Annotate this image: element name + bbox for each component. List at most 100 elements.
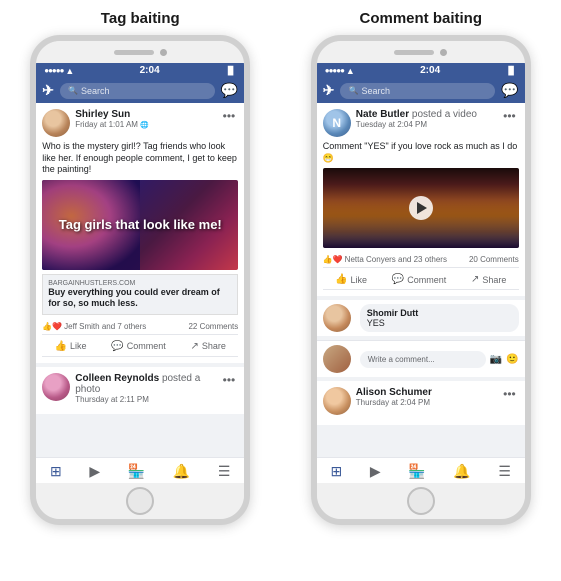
avatar-colleen [42, 373, 70, 401]
more-button-nate[interactable]: ••• [500, 109, 519, 123]
emoji-icon[interactable]: 🙂 [506, 354, 518, 365]
bell-nav-icon-1[interactable]: 🔔 [173, 463, 190, 480]
privacy-icon-shirley: 🌐 [140, 121, 149, 129]
status-time-2: 2:04 [420, 65, 440, 76]
phone-comment-baiting: ●●●●● ▲ 2:04 ▐▌ ✈ 🔍 Search 💬 [311, 35, 531, 525]
phone-speaker-2 [394, 50, 434, 55]
share-icon-nate: ↗ [471, 274, 479, 285]
like-label-nate: Like [351, 275, 368, 285]
post-author-shirley: Shirley Sun [75, 109, 219, 120]
avatar-shirley [42, 109, 70, 137]
video-nav-icon-2[interactable]: ▶ [370, 463, 381, 480]
status-left-2: ●●●●● ▲ [325, 66, 355, 76]
phone-bottom-1 [36, 483, 244, 519]
post-date-shirley: Friday at 1:01 AM 🌐 [75, 120, 219, 129]
more-button-alison[interactable]: ••• [500, 387, 519, 401]
avatar-nate: N [323, 109, 351, 137]
search-bar-1[interactable]: 🔍 Search [60, 83, 215, 99]
phone-camera-1 [160, 49, 167, 56]
signal-icon-1: ●●●●● [44, 66, 63, 75]
fb-logo-1: ✈ [42, 82, 54, 99]
comment-button-nate[interactable]: 💬 Comment [388, 272, 450, 287]
phone-bottom-2 [317, 483, 525, 519]
messenger-icon-2[interactable]: 💬 [501, 82, 518, 99]
post-author-nate: Nate Butler posted a video [356, 109, 500, 120]
video-nav-icon-1[interactable]: ▶ [89, 463, 100, 480]
share-button-shirley[interactable]: ↗ Share [186, 339, 229, 354]
phone-tag-baiting: ●●●●● ▲ 2:04 ▐▌ ✈ 🔍 Search 💬 [30, 35, 250, 525]
search-placeholder-1: Search [81, 86, 110, 96]
menu-nav-icon-2[interactable]: ☰ [498, 463, 511, 480]
status-bar-2: ●●●●● ▲ 2:04 ▐▌ [317, 63, 525, 78]
avatar-shomir [323, 304, 351, 332]
camera-icon[interactable]: 📷 [490, 354, 502, 365]
post-meta-alison: Alison Schumer Thursday at 2:04 PM [356, 387, 500, 407]
messenger-icon-1[interactable]: 💬 [221, 82, 238, 99]
post-header-nate: N Nate Butler posted a video Tuesday at … [323, 109, 519, 137]
bottom-nav-1: ⊞ ▶ 🏪 🔔 ☰ [36, 457, 244, 483]
home-button-1[interactable] [126, 487, 154, 515]
share-button-nate[interactable]: ↗ Share [467, 272, 510, 287]
like-emoji: 👍❤️ [42, 322, 62, 331]
marketplace-nav-icon-2[interactable]: 🏪 [408, 463, 425, 480]
search-placeholder-2: Search [361, 86, 390, 96]
comment-input-row: Write a comment... 📷 🙂 [317, 340, 525, 377]
post-colleen: Colleen Reynolds posted a photo Thursday… [36, 367, 244, 414]
like-love-emoji-nate: 👍❤️ [323, 255, 343, 264]
post-header-alison: Alison Schumer Thursday at 2:04 PM ••• [323, 387, 519, 415]
post-text-nate: Comment "YES" if you love rock as much a… [323, 141, 519, 164]
fb-logo-2: ✈ [323, 82, 335, 99]
comment-baiting-title: Comment baiting [301, 10, 541, 27]
like-button-nate[interactable]: 👍 Like [331, 272, 371, 287]
marketplace-nav-icon-1[interactable]: 🏪 [128, 463, 145, 480]
share-icon-shirley: ↗ [190, 341, 198, 352]
comment-count-shirley: 22 Comments [188, 322, 238, 331]
share-label-shirley: Share [202, 341, 226, 351]
bottom-nav-2: ⊞ ▶ 🏪 🔔 ☰ [317, 457, 525, 483]
post-image-shirley: Tag girls that look like me! [42, 180, 238, 270]
wifi-icon-1: ▲ [65, 66, 74, 76]
post-text-shirley: Who is the mystery girl!? Tag friends wh… [42, 141, 238, 176]
more-button-colleen[interactable]: ••• [220, 373, 239, 387]
link-domain: BARGAINHUSTLERS.COM [48, 280, 232, 287]
phone-top-bar-2 [317, 41, 525, 63]
like-icon-nate: 👍 [335, 274, 347, 285]
comment-label-nate: Comment [407, 275, 446, 285]
comment-input[interactable]: Write a comment... [360, 351, 486, 368]
comment-button-shirley[interactable]: 💬 Comment [107, 339, 169, 354]
home-button-2[interactable] [407, 487, 435, 515]
post-alison: Alison Schumer Thursday at 2:04 PM ••• [317, 381, 525, 425]
comment-text-shomir: YES [367, 318, 512, 328]
search-bar-2[interactable]: 🔍 Search [340, 83, 495, 99]
phone-screen-2: ●●●●● ▲ 2:04 ▐▌ ✈ 🔍 Search 💬 [317, 63, 525, 483]
tag-baiting-title: Tag baiting [20, 10, 260, 27]
post-meta-shirley: Shirley Sun Friday at 1:01 AM 🌐 [75, 109, 219, 129]
facebook-nav-1: ✈ 🔍 Search 💬 [36, 78, 244, 103]
comment-icon-shirley: 💬 [111, 341, 123, 352]
concert-video-thumbnail[interactable] [323, 168, 519, 248]
action-row-shirley: 👍 Like 💬 Comment ↗ Share [42, 337, 238, 357]
reaction-count-shirley: Jeff Smith and 7 others [64, 322, 146, 331]
comment-count-nate: 20 Comments [469, 255, 519, 264]
reaction-emojis-nate: 👍❤️ Netta Conyers and 23 others [323, 255, 447, 264]
home-nav-icon-1[interactable]: ⊞ [50, 463, 62, 480]
more-button-shirley[interactable]: ••• [220, 109, 239, 123]
home-nav-icon-2[interactable]: ⊞ [331, 463, 343, 480]
status-left-1: ●●●●● ▲ [44, 66, 74, 76]
avatar-current-user [323, 345, 351, 373]
link-preview-shirley[interactable]: BARGAINHUSTLERS.COM Buy everything you c… [42, 274, 238, 315]
bell-nav-icon-2[interactable]: 🔔 [453, 463, 470, 480]
menu-nav-icon-1[interactable]: ☰ [218, 463, 231, 480]
post-shirley: Shirley Sun Friday at 1:01 AM 🌐 ••• Who … [36, 103, 244, 363]
tag-text-overlay: Tag girls that look like me! [59, 217, 222, 234]
phone-camera-2 [440, 49, 447, 56]
post-action-nate: posted a video [412, 109, 477, 120]
like-button-shirley[interactable]: 👍 Like [51, 339, 91, 354]
comment-shomir: Shomir Dutt YES [317, 300, 525, 336]
phone-screen-1: ●●●●● ▲ 2:04 ▐▌ ✈ 🔍 Search 💬 [36, 63, 244, 483]
feed-1: Shirley Sun Friday at 1:01 AM 🌐 ••• Who … [36, 103, 244, 457]
play-button[interactable] [409, 196, 433, 220]
post-header-shirley: Shirley Sun Friday at 1:01 AM 🌐 ••• [42, 109, 238, 137]
post-author-colleen: Colleen Reynolds posted a photo [75, 373, 219, 395]
battery-icon-1: ▐▌ [225, 66, 236, 75]
